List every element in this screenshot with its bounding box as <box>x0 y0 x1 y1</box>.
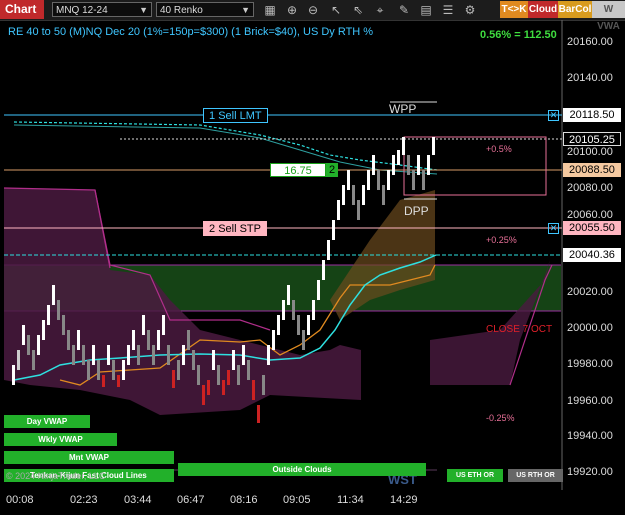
price-tick: 20140.00 <box>567 72 613 84</box>
close-icon[interactable]: ✕ <box>548 223 559 234</box>
sell-lmt-price-box: 20118.50 <box>563 108 621 122</box>
price-tick: 20080.00 <box>567 182 613 194</box>
time-tick: 03:44 <box>124 494 152 506</box>
us-rth-or-button[interactable]: US RTH OR <box>508 469 563 482</box>
outside-clouds-button[interactable]: Outside Clouds <box>178 463 426 476</box>
sell-lmt-label: Sell LMT <box>218 110 262 122</box>
price-tick: 19920.00 <box>567 466 613 478</box>
price-tick: 19980.00 <box>567 358 613 370</box>
sell-stp-qty: 2 <box>209 223 216 235</box>
sell-lmt-qty: 1 <box>209 110 216 122</box>
chart-title: RE 40 to 50 (M)NQ Dec 20 (1%=150p=$300) … <box>8 26 374 38</box>
day-vwap-button[interactable]: Day VWAP <box>4 415 90 428</box>
wkly-vwap-button[interactable]: Wkly VWAP <box>4 433 117 446</box>
wpp-label: WPP <box>389 102 417 116</box>
mnt-vwap-button[interactable]: Mnt VWAP <box>4 451 174 464</box>
time-tick: 09:05 <box>283 494 311 506</box>
close-label: CLOSE 7 OCT <box>486 324 553 335</box>
price-tick: 20020.00 <box>567 286 613 298</box>
sell-lmt-order[interactable]: 1 Sell LMT <box>203 108 268 123</box>
time-tick: 02:23 <box>70 494 98 506</box>
minus-quarter-label: -0.25% <box>486 413 515 423</box>
plus-quarter-label: +0.25% <box>486 235 517 245</box>
price-tick: 20000.00 <box>567 322 613 334</box>
position-pnl[interactable]: 16.75 <box>270 163 326 177</box>
plus-half-label: +0.5% <box>486 144 512 154</box>
time-tick: 11:34 <box>337 494 364 506</box>
cloud-price-box: 20040.36 <box>563 248 621 262</box>
time-tick: 14:29 <box>390 494 418 506</box>
us-eth-or-button[interactable]: US ETH OR <box>447 469 503 482</box>
percent-change: 0.56% = 112.50 <box>480 29 557 41</box>
price-tick: 20100.00 <box>567 146 613 158</box>
time-tick: 08:16 <box>230 494 258 506</box>
sell-stp-order[interactable]: 2 Sell STP <box>203 221 267 236</box>
current-price-box: 20105.25 <box>563 132 621 146</box>
price-tick: 19960.00 <box>567 395 613 407</box>
price-tick: 19940.00 <box>567 430 613 442</box>
time-tick: 06:47 <box>177 494 205 506</box>
price-tick: 20060.00 <box>567 209 613 221</box>
sell-stp-label: Sell STP <box>218 223 261 235</box>
position-qty[interactable]: 2 <box>326 163 338 177</box>
dpp-price-box: 20088.50 <box>563 163 621 177</box>
dpp-label: DPP <box>404 204 429 218</box>
price-tick: 20160.00 <box>567 36 613 48</box>
time-tick: 00:08 <box>6 494 34 506</box>
copyright-watermark: © 2024 NinjaTrader, LLC <box>6 471 106 481</box>
sell-stp-price-box: 20055.50 <box>563 221 621 235</box>
close-icon[interactable]: ✕ <box>548 110 559 121</box>
